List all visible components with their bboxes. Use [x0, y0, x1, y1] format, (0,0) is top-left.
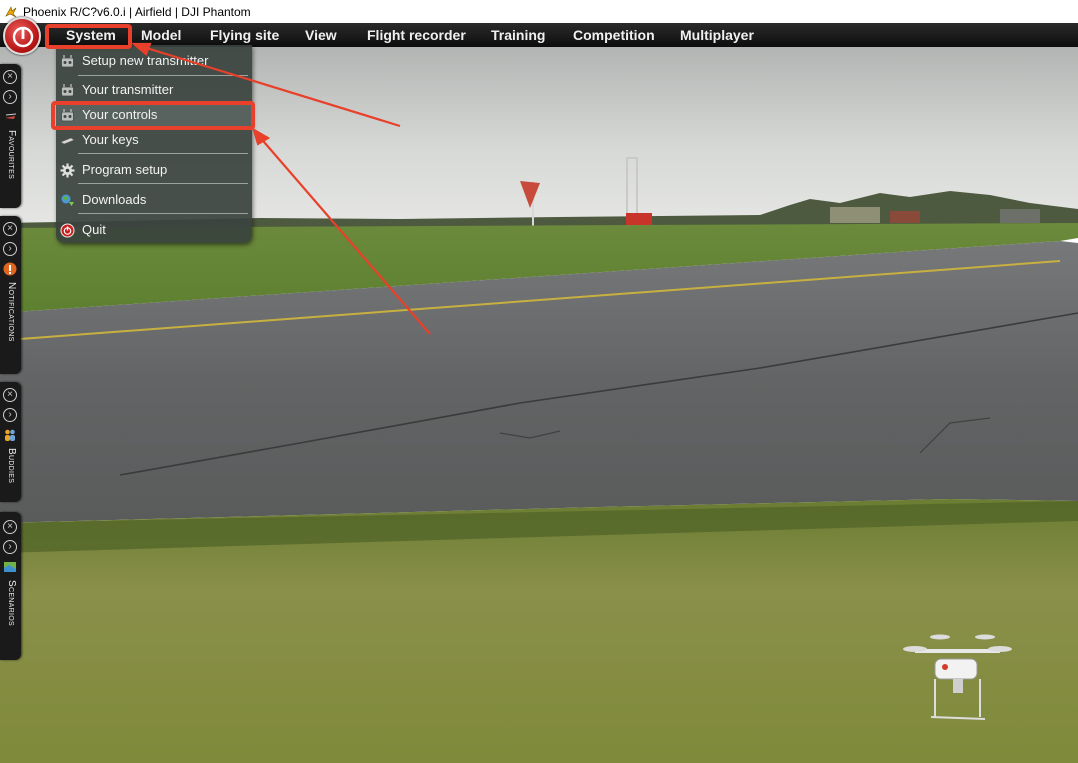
system-dropdown-menu: Setup new transmitter Your transmitter Y… — [56, 45, 252, 243]
transmitter-icon — [61, 55, 74, 68]
main-menubar: System Model Flying site View Flight rec… — [0, 23, 1078, 47]
keyboard-icon — [60, 137, 75, 145]
menu-item-program-setup[interactable]: Program setup — [56, 157, 252, 183]
menu-item-label: Your keys — [82, 132, 139, 147]
power-button[interactable] — [3, 17, 41, 55]
menu-separator — [78, 153, 248, 154]
menu-view[interactable]: View — [305, 23, 337, 47]
menu-flight-recorder[interactable]: Flight recorder — [367, 23, 466, 47]
menu-model[interactable]: Model — [141, 23, 181, 47]
phoenix-icon — [5, 5, 17, 17]
menu-item-label: Quit — [82, 222, 106, 237]
buddies-panel: × › Buddies — [0, 382, 21, 502]
gear-icon — [60, 163, 75, 178]
close-icon[interactable]: × — [3, 388, 17, 402]
scenarios-panel: × › Scenarios — [0, 512, 21, 660]
menu-system[interactable]: System — [66, 23, 116, 47]
menu-item-your-keys[interactable]: Your keys — [56, 127, 252, 153]
menu-separator — [78, 183, 248, 184]
menu-separator — [78, 75, 248, 76]
map-icon — [4, 562, 16, 572]
buddies-icon — [5, 429, 15, 441]
window-title: Phoenix R/C?v6.0.i | Airfield | DJI Phan… — [23, 4, 251, 19]
menu-training[interactable]: Training — [491, 23, 545, 47]
chevron-right-icon[interactable]: › — [3, 408, 17, 422]
menu-item-setup-new-transmitter[interactable]: Setup new transmitter — [56, 48, 252, 74]
menu-item-label: Your controls — [82, 107, 158, 122]
alert-icon — [3, 262, 17, 276]
heli-icon — [5, 113, 17, 119]
window-title-bar: Phoenix R/C?v6.0.i | Airfield | DJI Phan… — [0, 0, 1078, 23]
close-icon[interactable]: × — [3, 70, 17, 84]
menu-item-quit[interactable]: Quit — [56, 217, 252, 243]
menu-separator — [78, 213, 248, 214]
menu-item-downloads[interactable]: Downloads — [56, 187, 252, 213]
panel-label-notifications[interactable]: Notifications — [3, 282, 17, 342]
notifications-panel: × › Notifications — [0, 216, 21, 374]
menu-item-label: Program setup — [82, 162, 168, 177]
menu-item-label: Your transmitter — [82, 82, 174, 97]
favourites-panel: × › Favourites — [0, 64, 21, 208]
close-icon[interactable]: × — [3, 222, 17, 236]
close-icon[interactable]: × — [3, 520, 17, 534]
menu-competition[interactable]: Competition — [573, 23, 655, 47]
chevron-right-icon[interactable]: › — [3, 540, 17, 554]
power-icon — [12, 26, 34, 48]
menu-flying-site[interactable]: Flying site — [210, 23, 279, 47]
panel-label-scenarios[interactable]: Scenarios — [3, 580, 17, 626]
menu-item-label: Setup new transmitter — [82, 53, 209, 68]
transmitter-icon — [61, 109, 74, 122]
transmitter-icon — [61, 84, 74, 97]
menu-item-your-transmitter[interactable]: Your transmitter — [56, 77, 252, 103]
chevron-right-icon[interactable]: › — [3, 90, 17, 104]
panel-label-buddies[interactable]: Buddies — [3, 448, 17, 483]
menu-item-label: Downloads — [82, 192, 147, 207]
menu-item-your-controls[interactable]: Your controls — [56, 102, 252, 128]
power-icon — [60, 223, 75, 238]
menu-multiplayer[interactable]: Multiplayer — [680, 23, 754, 47]
chevron-right-icon[interactable]: › — [3, 242, 17, 256]
panel-label-favourites[interactable]: Favourites — [3, 130, 17, 179]
globe-icon — [61, 194, 74, 206]
